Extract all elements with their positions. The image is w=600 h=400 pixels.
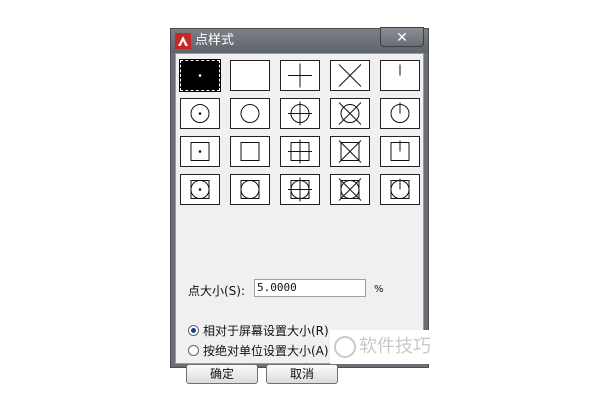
point-size-input[interactable]: 5.0000 [254, 279, 366, 297]
dialog-body: 点大小(S): 5.0000 % 相对于屏幕设置大小(R) 按绝对单位设置大小(… [175, 53, 424, 384]
title-bar[interactable]: 点样式 ✕ [171, 27, 428, 53]
point-symbol-square-tick-icon [390, 140, 410, 161]
point-style-plus[interactable] [280, 60, 320, 91]
point-style-square-plus[interactable] [280, 136, 320, 167]
radio-relative-screen[interactable]: 相对于屏幕设置大小(R) [188, 322, 329, 339]
point-style-circle-square[interactable] [230, 174, 270, 205]
watermark: 软件技巧 [330, 330, 474, 364]
point-style-circle-dot[interactable] [180, 98, 220, 129]
point-symbol-circle-square-icon [240, 180, 260, 199]
point-style-circle-plus[interactable] [280, 98, 320, 129]
point-symbol-square-plus-icon [288, 139, 312, 164]
autocad-logo-icon [175, 33, 191, 49]
radio-relative-indicator[interactable] [188, 325, 199, 336]
point-symbol-circle-tick-icon [390, 102, 410, 123]
point-symbol-circle-square-plus-icon [288, 177, 312, 202]
point-style-circle[interactable] [230, 98, 270, 129]
point-symbol-circle-x-icon [338, 102, 362, 125]
point-symbol-circle-square-x-icon [338, 178, 362, 201]
point-symbol-circle-icon [240, 104, 260, 123]
point-symbol-circle-square-dot-icon [190, 180, 210, 199]
watermark-text: 软件技巧 [359, 336, 431, 357]
point-symbol-square-dot-icon [190, 142, 210, 161]
point-size-label: 点大小(S): [188, 284, 246, 298]
point-style-circle-tick[interactable] [380, 98, 420, 129]
close-button[interactable]: ✕ [380, 27, 424, 47]
point-symbol-circle-plus-icon [288, 101, 312, 126]
point-style-circle-square-dot[interactable] [180, 174, 220, 205]
point-symbol-square-x-icon [338, 140, 362, 163]
point-style-tick[interactable] [380, 60, 420, 91]
point-symbol-circle-dot-icon [190, 104, 210, 123]
ok-button[interactable]: 确定 [186, 364, 258, 384]
radio-relative-label: 相对于屏幕设置大小(R) [203, 324, 329, 338]
point-symbol-plus-icon [288, 63, 312, 88]
point-style-circle-square-plus[interactable] [280, 174, 320, 205]
point-symbol-tick-icon [399, 64, 401, 76]
point-style-square-tick[interactable] [380, 136, 420, 167]
point-symbol-none-icon [231, 61, 269, 90]
point-symbol-dot-icon [198, 74, 202, 77]
point-style-none[interactable] [230, 60, 270, 91]
point-style-circle-square-x[interactable] [330, 174, 370, 205]
point-style-square[interactable] [230, 136, 270, 167]
radio-absolute-label: 按绝对单位设置大小(A) [203, 344, 329, 358]
close-icon: ✕ [396, 30, 408, 46]
percent-label: % [374, 284, 384, 295]
cancel-button[interactable]: 取消 [266, 364, 338, 384]
point-style-square-dot[interactable] [180, 136, 220, 167]
point-symbol-circle-square-tick-icon [390, 178, 410, 199]
point-style-x[interactable] [330, 60, 370, 91]
point-symbol-square-icon [240, 142, 260, 161]
watermark-logo-icon [334, 336, 356, 358]
dialog-title: 点样式 [195, 33, 235, 48]
point-symbol-x-icon [338, 64, 362, 87]
point-style-circle-square-tick[interactable] [380, 174, 420, 205]
point-style-circle-x[interactable] [330, 98, 370, 129]
point-style-dot[interactable] [179, 59, 221, 92]
radio-absolute-units[interactable]: 按绝对单位设置大小(A) [188, 342, 329, 359]
point-style-square-x[interactable] [330, 136, 370, 167]
point-style-dialog: 点样式 ✕ 点大小(S): 5.0000 % 相对于屏幕设置大小(R) 按绝对单… [170, 27, 429, 384]
radio-absolute-indicator[interactable] [188, 345, 199, 356]
